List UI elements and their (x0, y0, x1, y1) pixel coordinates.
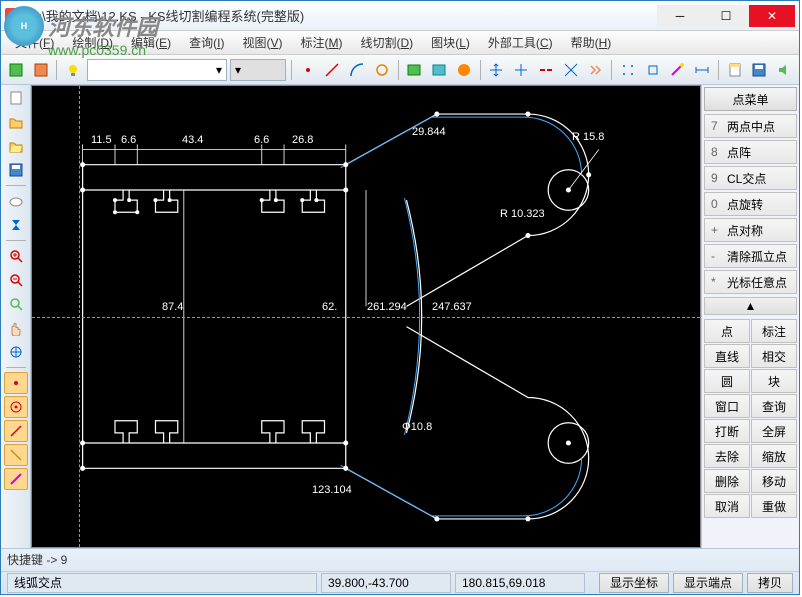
rp-item-mirror[interactable]: +点对称 (704, 218, 797, 242)
gbtn-cancel[interactable]: 取消 (704, 494, 750, 518)
menu-wirecut[interactable]: 线切割(D) (352, 32, 421, 53)
pan-icon[interactable] (4, 317, 28, 339)
toolbar-top: ▾ ▾ (1, 55, 799, 85)
line-icon[interactable] (322, 58, 344, 82)
menu-tools[interactable]: 外部工具(C) (480, 32, 561, 53)
opendir-icon[interactable] (4, 135, 28, 157)
app-icon (5, 8, 21, 24)
wand-icon[interactable] (666, 58, 688, 82)
right-panel: 点菜单 7两点中点 8点阵 9CL交点 0点旋转 +点对称 -清除孤立点 *光标… (701, 85, 799, 548)
cloud-icon[interactable] (4, 190, 28, 212)
palette-icon[interactable] (453, 58, 475, 82)
rp-item-rotate[interactable]: 0点旋转 (704, 192, 797, 216)
img2-icon[interactable] (428, 58, 450, 82)
center-icon[interactable] (510, 58, 532, 82)
gbtn-window[interactable]: 窗口 (704, 394, 750, 418)
zoomout-icon[interactable] (4, 269, 28, 291)
gbtn-intersect[interactable]: 相交 (751, 344, 797, 368)
status-coord1: 39.800,-43.700 (321, 573, 451, 593)
tool-slash-icon[interactable] (4, 420, 28, 442)
btn-showendpoint[interactable]: 显示端点 (673, 573, 743, 593)
speaker-icon[interactable] (773, 58, 795, 82)
gbtn-full[interactable]: 全屏 (751, 419, 797, 443)
save-icon[interactable] (748, 58, 770, 82)
menu-query[interactable]: 查询(I) (181, 32, 232, 53)
open-icon[interactable] (4, 111, 28, 133)
titlebar: D:\我的文档\12.KS - KS线切割编程系统(完整版) ─ ☐ ✕ (1, 1, 799, 31)
img1-icon[interactable] (404, 58, 426, 82)
tool-target-icon[interactable] (4, 396, 28, 418)
move-icon[interactable] (486, 58, 508, 82)
minimize-button[interactable]: ─ (657, 5, 703, 27)
gbtn-block[interactable]: 块 (751, 369, 797, 393)
point-menu-title[interactable]: 点菜单 (704, 87, 797, 111)
point-icon[interactable] (297, 58, 319, 82)
snap-icon[interactable] (642, 58, 664, 82)
new-icon[interactable] (4, 87, 28, 109)
menu-view[interactable]: 视图(V) (234, 32, 290, 53)
menu-annotate[interactable]: 标注(M) (292, 32, 350, 53)
rp-item-cursor[interactable]: *光标任意点 (704, 270, 797, 294)
gbtn-query[interactable]: 查询 (751, 394, 797, 418)
gbtn-remove[interactable]: 去除 (704, 444, 750, 468)
menu-help[interactable]: 帮助(H) (563, 32, 620, 53)
layer-combo[interactable]: ▾ (87, 59, 227, 81)
tool-wand-icon[interactable] (4, 468, 28, 490)
btn-showcoord[interactable]: 显示坐标 (599, 573, 669, 593)
status-coord2: 180.815,69.018 (455, 573, 585, 593)
menu-draw[interactable]: 绘制(D) (64, 32, 121, 53)
arc-icon[interactable] (346, 58, 368, 82)
rp-item-array[interactable]: 8点阵 (704, 140, 797, 164)
chevrons-icon[interactable] (584, 58, 606, 82)
collapse-arrow-icon[interactable]: ▲ (704, 297, 797, 315)
rp-item-cl[interactable]: 9CL交点 (704, 166, 797, 190)
menu-file[interactable]: 文件(F) (7, 32, 62, 53)
tool-slash2-icon[interactable] (4, 444, 28, 466)
layer1-icon[interactable] (5, 58, 27, 82)
gbtn-circle[interactable]: 圆 (704, 369, 750, 393)
drawing-canvas[interactable]: 11.5 6.6 43.4 6.6 26.8 29.844 R 15.8 R 1… (31, 85, 701, 548)
main-window: D:\我的文档\12.KS - KS线切割编程系统(完整版) ─ ☐ ✕ 文件(… (0, 0, 800, 595)
statusbar: 快捷键 -> 9 线弧交点 39.800,-43.700 180.815,69.… (1, 548, 799, 594)
tool-point-icon[interactable] (4, 372, 28, 394)
menu-edit[interactable]: 编辑(E) (123, 32, 179, 53)
window-title: D:\我的文档\12.KS - KS线切割编程系统(完整版) (29, 6, 657, 25)
left-toolbar (1, 85, 31, 548)
menubar: 文件(F) 绘制(D) 编辑(E) 查询(I) 视图(V) 标注(M) 线切割(… (1, 31, 799, 55)
circle-icon[interactable] (371, 58, 393, 82)
dotgrid-icon[interactable] (617, 58, 639, 82)
save2-icon[interactable] (4, 159, 28, 181)
break-icon[interactable] (535, 58, 557, 82)
gbtn-delete[interactable]: 删除 (704, 469, 750, 493)
layer2-icon[interactable] (30, 58, 52, 82)
btn-copy[interactable]: 拷贝 (747, 573, 793, 593)
menu-block[interactable]: 图块(L) (423, 32, 478, 53)
zoomin-icon[interactable] (4, 245, 28, 267)
gbtn-annotate[interactable]: 标注 (751, 319, 797, 343)
dim-icon[interactable] (691, 58, 713, 82)
doc-icon[interactable] (724, 58, 746, 82)
zoomall-icon[interactable] (4, 293, 28, 315)
gbtn-line[interactable]: 直线 (704, 344, 750, 368)
rp-item-clear[interactable]: -清除孤立点 (704, 244, 797, 268)
rp-item-midpoint[interactable]: 7两点中点 (704, 114, 797, 138)
color-combo[interactable]: ▾ (230, 59, 286, 81)
maximize-button[interactable]: ☐ (703, 5, 749, 27)
gbtn-move[interactable]: 移动 (751, 469, 797, 493)
gbtn-break[interactable]: 打断 (704, 419, 750, 443)
bulb-icon[interactable] (62, 58, 84, 82)
gbtn-point[interactable]: 点 (704, 319, 750, 343)
status-hint: 快捷键 -> 9 (7, 551, 67, 568)
gbtn-redo[interactable]: 重做 (751, 494, 797, 518)
close-button[interactable]: ✕ (749, 5, 795, 27)
home-icon[interactable] (4, 341, 28, 363)
status-mode: 线弧交点 (7, 573, 317, 593)
intersect-icon[interactable] (560, 58, 582, 82)
flipv-icon[interactable] (4, 214, 28, 236)
gbtn-zoom[interactable]: 缩放 (751, 444, 797, 468)
